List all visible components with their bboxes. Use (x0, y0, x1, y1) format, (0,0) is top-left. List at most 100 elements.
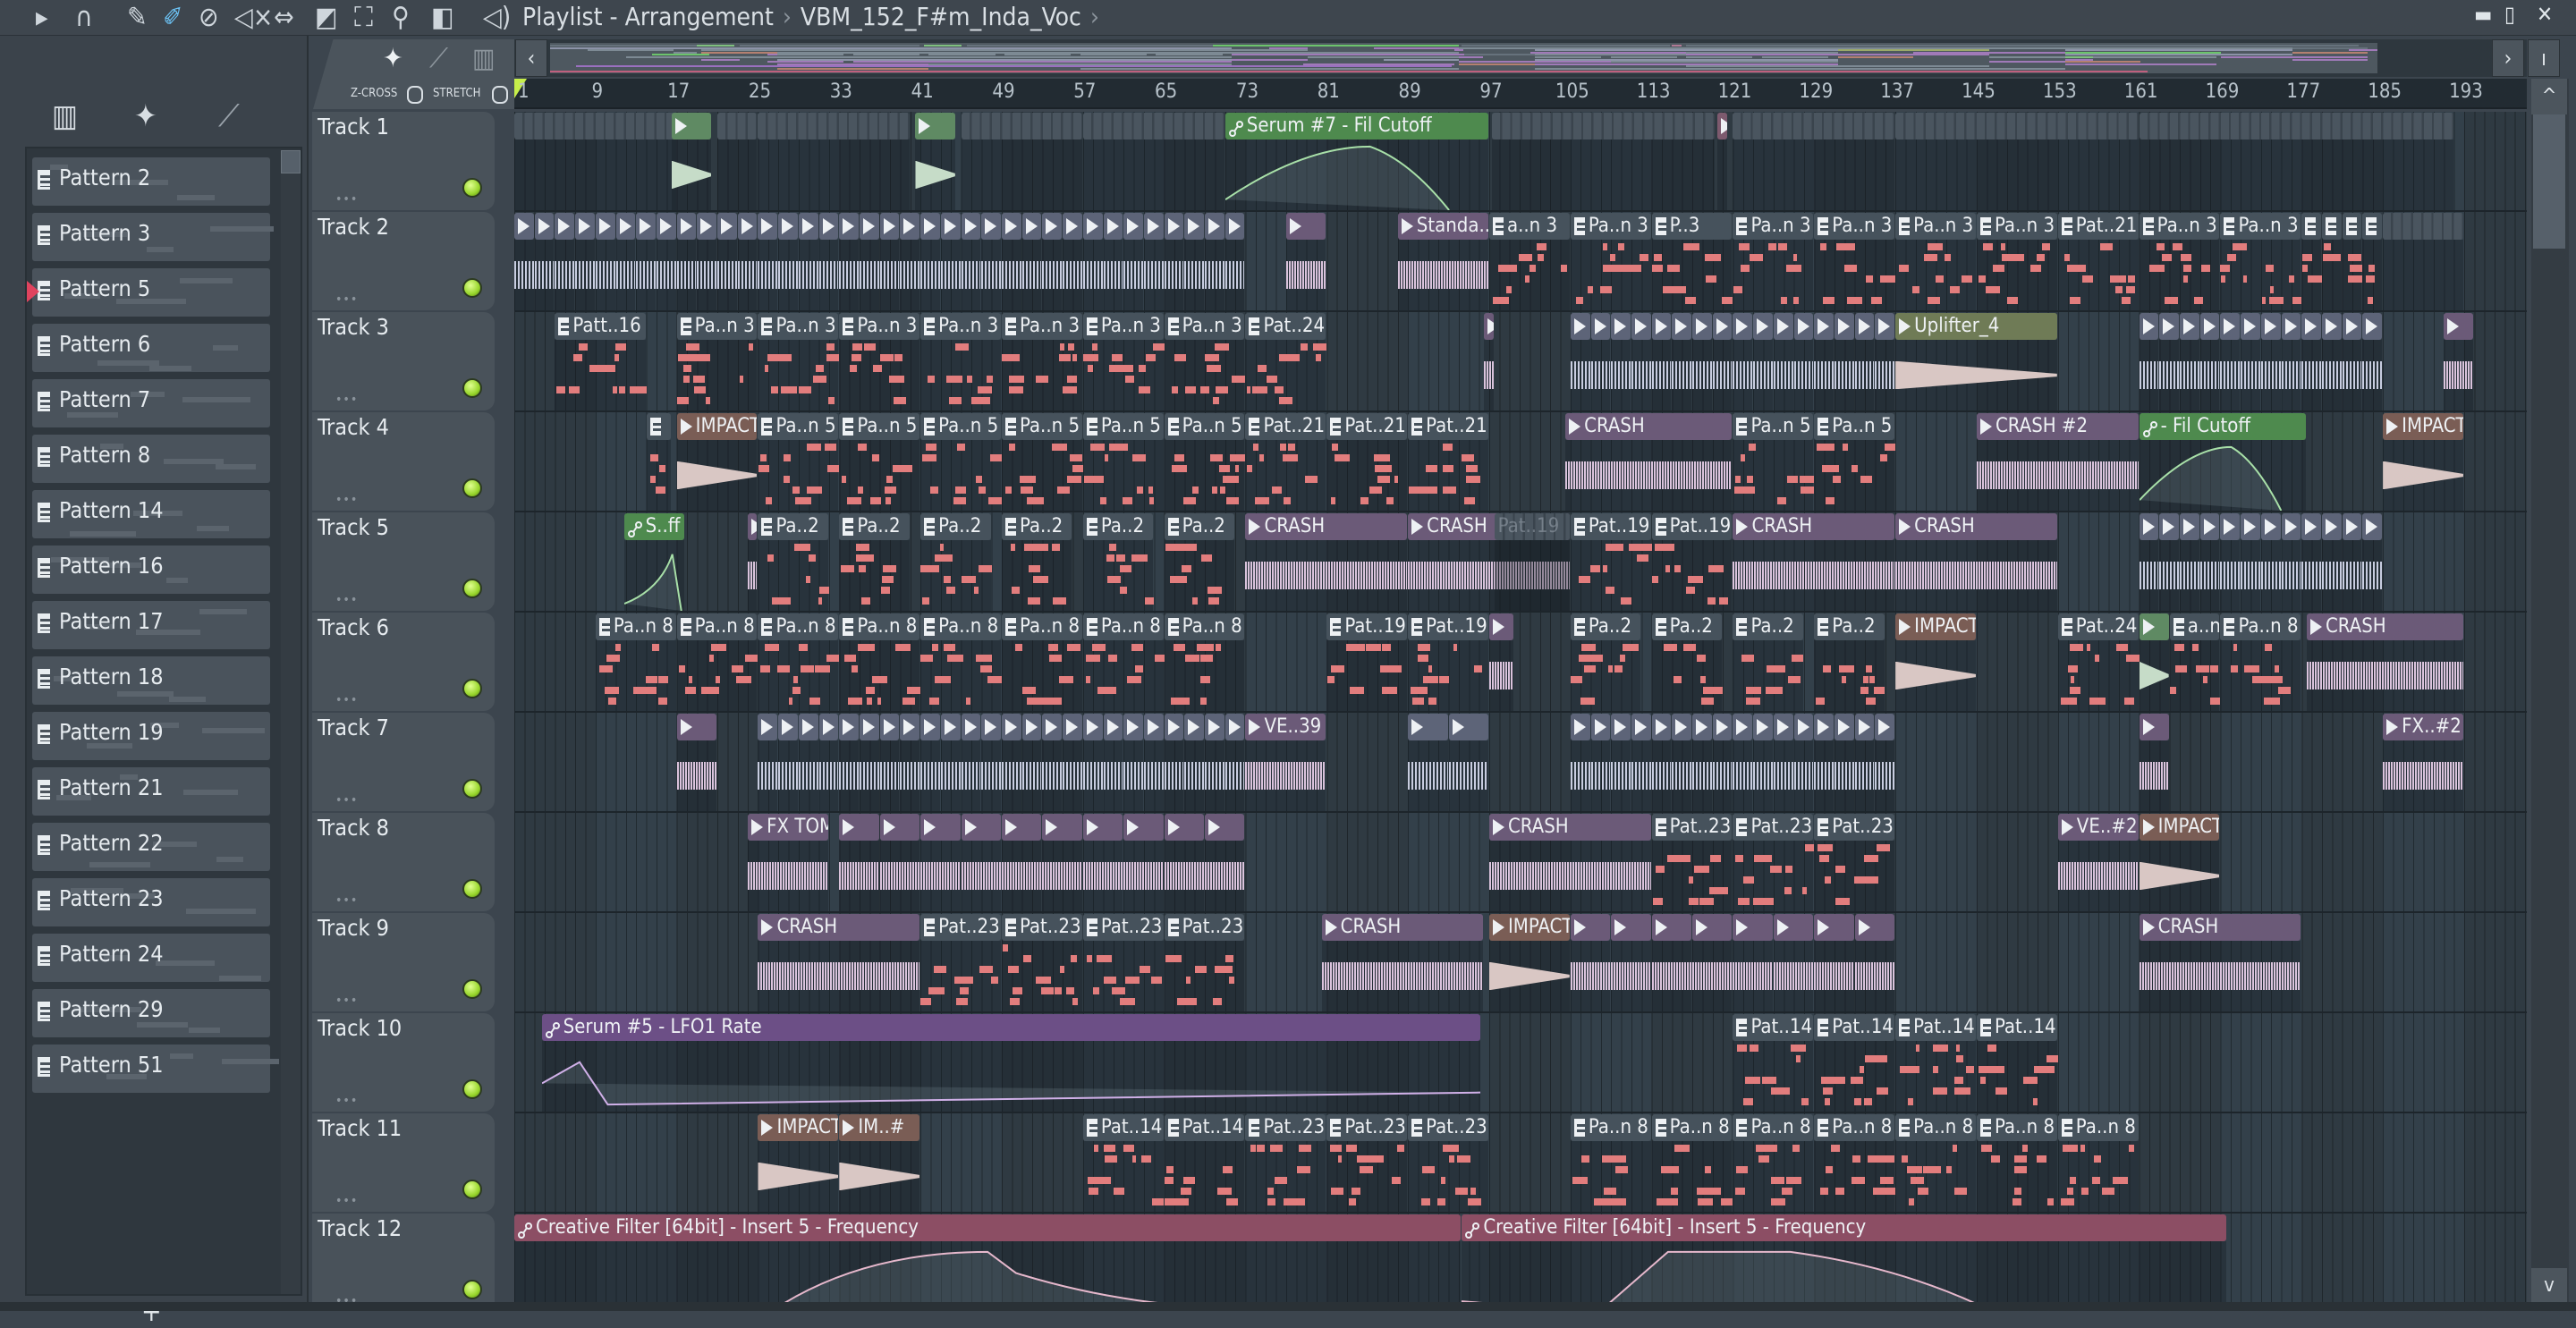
pattern-clip[interactable]: Pa..2 (1651, 613, 1724, 711)
clip-header[interactable]: Uplifter_4 (1895, 313, 2057, 340)
clip-header[interactable] (1692, 313, 1712, 340)
clip-header[interactable]: Standa..[F] (1397, 213, 1488, 240)
audio-clip[interactable]: IMPACT (1895, 613, 1977, 711)
audio-clip[interactable] (758, 213, 778, 310)
clip-header[interactable]: Pat..21 (1245, 413, 1326, 440)
clip-header[interactable] (748, 513, 758, 540)
track-row[interactable]: IMPACT Pa..n 5 Pa..n 5 Pa..n 5 Pa..n 5 Pa..n … (514, 412, 2527, 512)
audio-clip[interactable] (1164, 714, 1185, 811)
track-options-icon[interactable]: ••• (335, 292, 358, 307)
track-row[interactable]: S..ff Pa..2 Pa..2 Pa..2 Pa..2 Pa..2 Pa..2 CRASH… (514, 512, 2527, 613)
pattern-clip[interactable] (2301, 213, 2322, 310)
play-arrow-icon[interactable]: ▸ (36, 2, 48, 34)
clip-header[interactable] (1835, 714, 1854, 740)
audio-clip[interactable] (2260, 513, 2282, 611)
audio-clip[interactable] (1733, 914, 1773, 1011)
clip-header[interactable]: Pat..23 (1733, 814, 1814, 841)
audio-clip[interactable]: Standa..[F] (1397, 213, 1489, 310)
clip-header[interactable] (2342, 513, 2362, 540)
automation-clip[interactable]: - Fil Cutoff (2139, 413, 2307, 511)
clip-header[interactable] (514, 113, 676, 140)
clip-header[interactable]: CRASH (1895, 513, 2057, 540)
clip-header[interactable]: Pa..n 3 (1082, 313, 1164, 340)
pattern-clip[interactable]: Pa..n 5 (758, 413, 840, 511)
track-name[interactable]: Track 2 (318, 214, 389, 240)
audio-clip[interactable] (1692, 714, 1713, 811)
pattern-clip[interactable]: Pa..n 8 (2057, 1114, 2140, 1212)
track-options-icon[interactable]: ••• (335, 393, 358, 407)
picker-item[interactable]: Pattern 17 (32, 601, 270, 649)
audio-clip[interactable] (1570, 914, 1611, 1011)
pattern-clip[interactable]: Pa..n 3 (1814, 213, 1896, 310)
clip-header[interactable] (1021, 213, 1042, 240)
clip-header[interactable] (818, 213, 839, 240)
audio-clip[interactable] (1854, 313, 1876, 410)
pattern-clip[interactable]: Pat..23 (1408, 1114, 1489, 1212)
audio-clip[interactable] (2180, 313, 2200, 410)
zoom-handle-button[interactable]: ı (2528, 39, 2560, 77)
clip-header[interactable]: FX TOM (748, 814, 828, 841)
picker-item[interactable]: Pattern 3 (32, 213, 274, 261)
clip-header[interactable]: Pat..23 (1326, 1114, 1408, 1141)
picker-item[interactable]: Pattern 16 (32, 546, 270, 594)
clip-header[interactable] (879, 714, 900, 740)
clip-header[interactable]: Pa..n 3 (758, 313, 839, 340)
clip-header[interactable]: Pa..n 8 (1651, 1114, 1733, 1141)
audio-clip[interactable]: VE..39 (1245, 714, 1326, 811)
clip-header[interactable] (2362, 213, 2383, 240)
clip-header[interactable] (2322, 213, 2342, 240)
audio-clip[interactable] (1488, 613, 1514, 711)
scroll-down-button[interactable]: v (2531, 1268, 2567, 1304)
pattern-clip[interactable]: Pa..2 (1733, 613, 1804, 711)
clip-header[interactable] (575, 213, 595, 240)
audio-clip[interactable] (1814, 714, 1835, 811)
audio-clip[interactable] (2220, 313, 2241, 410)
track-options-icon[interactable]: ••• (335, 593, 358, 607)
muted-clip[interactable] (2383, 213, 2464, 310)
clip-header[interactable] (1733, 113, 1895, 140)
clip-header[interactable] (1205, 714, 1224, 740)
pattern-clip[interactable]: Pat..19 (1408, 613, 1489, 711)
track-mute-led[interactable] (462, 679, 482, 698)
audio-clip[interactable] (555, 213, 575, 310)
audio-clip[interactable] (839, 714, 860, 811)
pattern-clip[interactable]: Pa..n 8 (1814, 1114, 1896, 1212)
pattern-clip[interactable]: Pa..n 5 (839, 413, 920, 511)
audio-clip[interactable]: CRASH (1321, 914, 1485, 1011)
clip-header[interactable] (1793, 313, 1814, 340)
audio-clip[interactable] (737, 213, 758, 310)
clip-header[interactable] (1875, 714, 1895, 740)
clip-header[interactable] (920, 213, 940, 240)
clip-header[interactable] (2342, 213, 2362, 240)
automation-curve[interactable] (623, 540, 684, 611)
pattern-clip[interactable]: Pat..14 (1814, 1014, 1895, 1112)
track-header[interactable]: Track 4 ••• (312, 412, 495, 511)
track-mute-led[interactable] (462, 378, 482, 398)
pattern-clip[interactable]: Pa..n 3 (1976, 213, 2058, 310)
clip-header[interactable] (1733, 714, 1753, 740)
clip-header[interactable] (1854, 714, 1875, 740)
clip-header[interactable]: Pa..n 8 (1570, 1114, 1651, 1141)
clip-header[interactable] (940, 213, 961, 240)
clip-header[interactable]: Pa..n 8 (2220, 613, 2301, 640)
track-header[interactable]: Track 3 ••• (312, 312, 495, 410)
picker-item[interactable]: Pattern 14 (32, 490, 270, 538)
track-header[interactable]: Track 10 ••• (312, 1013, 495, 1112)
audio-clip[interactable] (717, 213, 738, 310)
clip-header[interactable] (1733, 914, 1773, 941)
clip-header[interactable]: Pat..19 (1651, 513, 1733, 540)
clip-header[interactable] (798, 714, 818, 740)
muted-clip[interactable] (1733, 113, 1895, 210)
clip-header[interactable] (915, 113, 955, 140)
audio-clip[interactable] (1082, 213, 1104, 310)
audio-clip[interactable] (1164, 814, 1205, 911)
clip-header[interactable]: Pa..2 (920, 513, 991, 540)
clip-header[interactable] (1854, 914, 1895, 941)
audio-clip[interactable] (1631, 313, 1652, 410)
audio-clip[interactable] (778, 213, 799, 310)
audio-clip[interactable] (860, 213, 880, 310)
audio-clip[interactable] (2444, 313, 2474, 410)
clip-header[interactable] (2199, 313, 2220, 340)
muted-clip[interactable] (961, 113, 1083, 210)
audio-clip[interactable] (1854, 914, 1895, 1011)
